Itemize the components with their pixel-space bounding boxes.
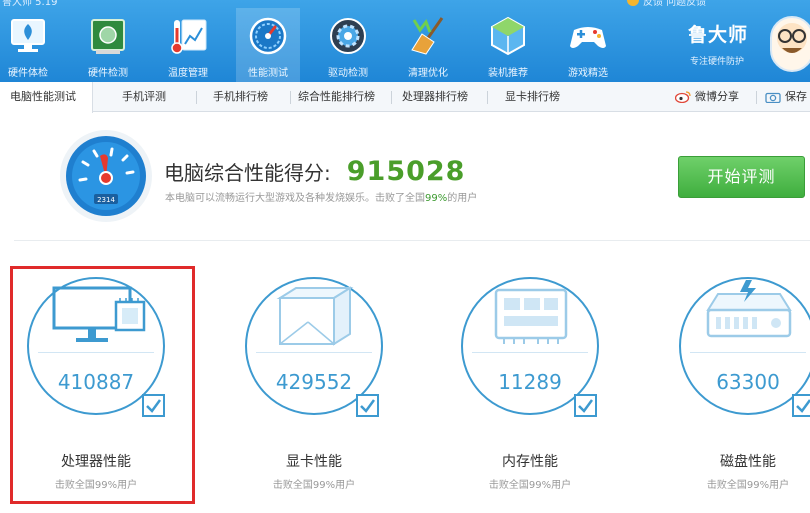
circuit-board-icon [91, 19, 125, 54]
thermometer-icon [171, 19, 207, 54]
toolbar-item-clean-optimize[interactable]: 清理优化 [396, 8, 460, 82]
cpu-highlight-annotation [10, 266, 195, 504]
memory-title: 内存性能 [502, 454, 558, 470]
speed-gauge-icon [249, 17, 287, 55]
toolbar-item-driver-detect[interactable]: 驱动检测 [316, 8, 380, 82]
checkmark-icon [578, 399, 594, 413]
score-value: 915028 [346, 156, 466, 187]
tab-overall-ranking[interactable]: 综合性能排行榜 [298, 82, 375, 112]
tab-divider [196, 91, 197, 104]
gpu-score: 429552 [275, 370, 353, 394]
memory-chip-icon [494, 288, 568, 344]
memory-score: 11289 [498, 370, 562, 394]
overall-score-title: 电脑综合性能得分: 915028 [164, 156, 465, 187]
tab-gpu-ranking[interactable]: 显卡排行榜 [505, 82, 560, 112]
score-label: 电脑综合性能得分: [164, 161, 331, 185]
camera-icon [765, 92, 781, 103]
broom-icon [411, 17, 444, 55]
disk-title: 磁盘性能 [720, 454, 776, 470]
card-separator [256, 352, 372, 353]
gear-driver-icon [330, 18, 366, 54]
mascot-face-icon [777, 23, 807, 53]
feedback-links[interactable]: 反馈 问题反馈 [643, 0, 706, 8]
toolbar-item-build-recommend[interactable]: 装机推荐 [476, 8, 540, 82]
sub-tab-bar: 电脑性能测试 手机评测 手机排行榜 综合性能排行榜 处理器排行榜 显卡排行榜 微… [0, 82, 810, 113]
disk-score: 63300 [716, 370, 780, 394]
disk-checkbox[interactable] [792, 394, 810, 417]
gauge-readout: 2314 [97, 196, 115, 204]
toolbar-item-hardware-checkup[interactable]: 硬件体检 [0, 8, 60, 82]
brand-slogan: 专注硬件防护 [690, 57, 745, 67]
memory-subtitle: 击败全国99%用户 [488, 480, 572, 491]
card-separator [690, 352, 806, 353]
toolbar-item-hardware-detect[interactable]: 硬件检测 [76, 8, 140, 82]
score-description: 本电脑可以流畅运行大型游戏及各种发烧娱乐。击败了全国99%的用户 [165, 189, 477, 204]
hard-disk-icon [706, 280, 792, 338]
weibo-icon [675, 91, 691, 103]
gpu-checkbox[interactable] [356, 394, 379, 417]
checkmark-icon [796, 399, 810, 413]
brand-name: 鲁大师 [688, 24, 749, 46]
toolbar-label: 清理优化 [408, 68, 448, 79]
score-desc-prefix: 本电脑可以流畅运行大型游戏及各种发烧娱乐。击败了全国 [165, 193, 425, 204]
toolbar-label: 硬件检测 [88, 68, 128, 79]
weibo-share-button[interactable]: 微博分享 [675, 82, 739, 112]
toolbar-label: 驱动检测 [328, 68, 368, 79]
toolbar-label: 性能测试 [248, 68, 288, 79]
toolbar-item-performance-test[interactable]: 性能测试 [236, 8, 300, 82]
toolbar-item-temperature[interactable]: 温度管理 [156, 8, 220, 82]
share-label: 微博分享 [695, 90, 739, 103]
disk-subtitle: 击败全国99%用户 [706, 480, 790, 491]
cube-icon [491, 16, 525, 56]
gpu-subtitle: 击败全国99%用户 [272, 480, 356, 491]
tab-pc-performance[interactable]: 电脑性能测试 [0, 82, 93, 113]
window-title: 鲁大师 5.19 [2, 0, 58, 8]
gamepad-icon [570, 27, 606, 48]
tab-divider [487, 91, 488, 104]
tab-cpu-ranking[interactable]: 处理器排行榜 [402, 82, 468, 112]
save-button[interactable]: 保存 [765, 82, 807, 112]
tab-divider [756, 91, 757, 104]
graphics-cube-icon [276, 286, 354, 346]
title-row: 鲁大师 5.19 反馈 问题反馈 [0, 0, 810, 8]
main-toolbar: 鲁大师 5.19 反馈 问题反馈 硬件体检 硬件检测 温度管理 性能测试 驱动检… [0, 0, 810, 82]
memory-checkbox[interactable] [574, 394, 597, 417]
score-gauge-icon: 2314 [60, 130, 152, 222]
tab-phone-review[interactable]: 手机评测 [122, 82, 166, 112]
score-desc-percent: 99% [425, 193, 448, 204]
toolbar-label: 硬件体检 [8, 68, 48, 79]
tab-divider [391, 91, 392, 104]
tab-divider [290, 91, 291, 104]
save-label: 保存 [785, 90, 807, 103]
toolbar-item-game-picks[interactable]: 游戏精选 [556, 8, 620, 82]
toolbar-label: 温度管理 [168, 68, 208, 79]
memory-performance-card[interactable]: 11289 内存性能 击败全国99%用户 [458, 270, 618, 506]
gpu-performance-card[interactable]: 429552 显卡性能 击败全国99%用户 [242, 270, 402, 506]
brand-area: 鲁大师 专注硬件防护 [684, 14, 810, 74]
toolbar-label: 装机推荐 [488, 68, 528, 79]
gpu-title: 显卡性能 [286, 454, 342, 470]
section-divider [14, 240, 810, 241]
checkmark-icon [360, 399, 376, 413]
disk-performance-card[interactable]: 63300 磁盘性能 击败全国99%用户 [676, 270, 810, 506]
toolbar-label: 游戏精选 [568, 68, 608, 79]
score-desc-suffix: 的用户 [447, 193, 478, 204]
card-separator [472, 352, 588, 353]
tab-phone-ranking[interactable]: 手机排行榜 [213, 82, 268, 112]
notification-icon[interactable] [627, 0, 639, 6]
monitor-shield-icon [11, 19, 45, 52]
start-benchmark-button[interactable]: 开始评测 [678, 156, 805, 198]
mascot-avatar[interactable] [770, 16, 810, 72]
